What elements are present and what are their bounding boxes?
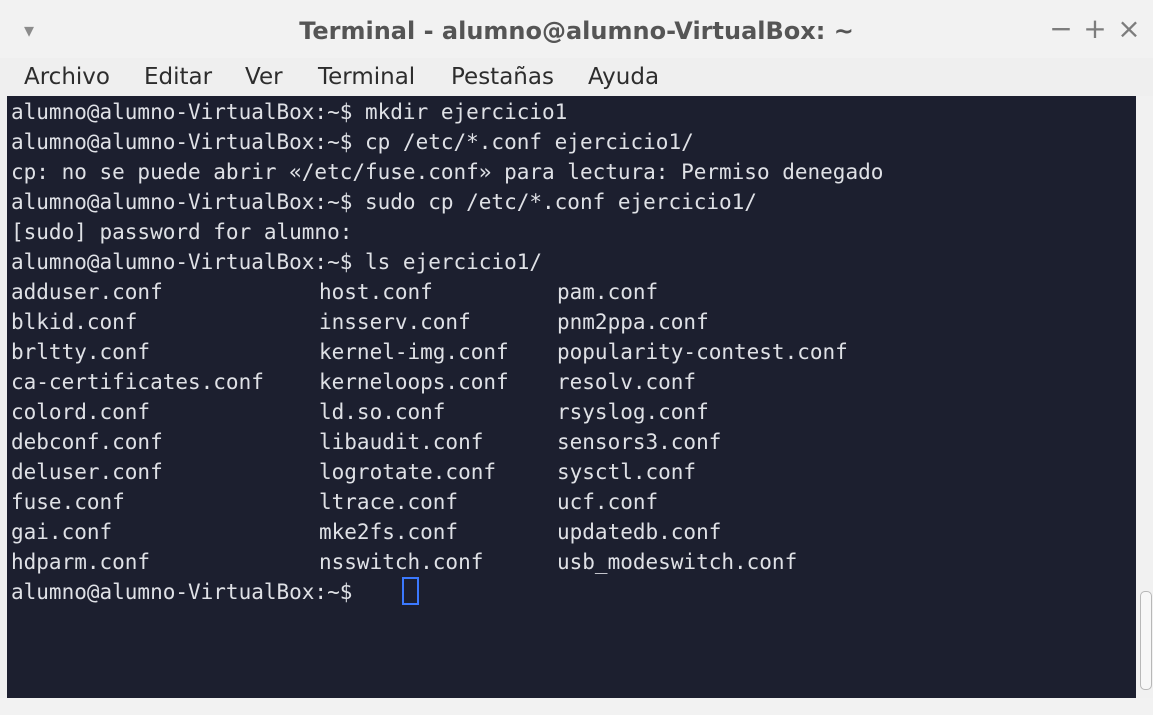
title-bar[interactable]: ▾ Terminal - alumno@alumno-VirtualBox: ~… <box>0 0 1153 58</box>
ls-entry: brltty.conf <box>11 340 151 364</box>
ls-entry: pam.conf <box>557 280 659 304</box>
ls-entry: blkid.conf <box>11 310 138 334</box>
ls-entry: sensors3.conf <box>557 430 722 454</box>
ls-entry: ca-certificates.conf <box>11 370 264 394</box>
ls-entry: ld.so.conf <box>319 400 446 424</box>
current-prompt: alumno@alumno-VirtualBox:~$ <box>11 580 366 604</box>
window-title: Terminal - alumno@alumno-VirtualBox: ~ <box>299 17 854 45</box>
close-icon[interactable]: × <box>1115 14 1143 44</box>
ls-entry: adduser.conf <box>11 280 163 304</box>
ls-entry: popularity-contest.conf <box>557 340 848 364</box>
terminal-line: cp: no se puede abrir «/etc/fuse.conf» p… <box>11 160 884 184</box>
terminal-cursor <box>402 577 419 605</box>
terminal-line: alumno@alumno-VirtualBox:~$ ls ejercicio… <box>11 250 543 274</box>
ls-entry: updatedb.conf <box>557 520 722 544</box>
menu-archivo[interactable]: Archivo <box>24 58 110 96</box>
ls-entry: colord.conf <box>11 400 151 424</box>
menu-ayuda[interactable]: Ayuda <box>588 58 659 96</box>
maximize-icon[interactable]: + <box>1081 14 1109 44</box>
ls-entry: kernel-img.conf <box>319 340 509 364</box>
scrollbar-thumb[interactable] <box>1140 591 1152 690</box>
menu-editar[interactable]: Editar <box>144 58 212 96</box>
ls-entry: logrotate.conf <box>319 460 497 484</box>
terminal-line: alumno@alumno-VirtualBox:~$ mkdir ejerci… <box>11 100 568 124</box>
ls-entry: fuse.conf <box>11 490 125 514</box>
menu-ver[interactable]: Ver <box>245 58 283 96</box>
terminal-line: alumno@alumno-VirtualBox:~$ sudo cp /etc… <box>11 190 757 214</box>
ls-entry: nsswitch.conf <box>319 550 484 574</box>
ls-entry: resolv.conf <box>557 370 697 394</box>
ls-entry: usb_modeswitch.conf <box>557 550 798 574</box>
minimize-icon[interactable]: − <box>1047 14 1075 44</box>
ls-entry: sysctl.conf <box>557 460 697 484</box>
ls-entry: deluser.conf <box>11 460 163 484</box>
ls-entry: pnm2ppa.conf <box>557 310 709 334</box>
terminal-line: [sudo] password for alumno: <box>11 220 353 244</box>
ls-entry: kerneloops.conf <box>319 370 509 394</box>
ls-entry: host.conf <box>319 280 433 304</box>
ls-entry: ucf.conf <box>557 490 659 514</box>
terminal-line: alumno@alumno-VirtualBox:~$ cp /etc/*.co… <box>11 130 694 154</box>
ls-entry: gai.conf <box>11 520 113 544</box>
ls-entry: ltrace.conf <box>319 490 459 514</box>
menu-terminal[interactable]: Terminal <box>318 58 415 96</box>
ls-entry: hdparm.conf <box>11 550 151 574</box>
ls-entry: debconf.conf <box>11 430 163 454</box>
menu-bar: Archivo Editar Ver Terminal Pestañas Ayu… <box>0 58 1153 96</box>
terminal-window: ▾ Terminal - alumno@alumno-VirtualBox: ~… <box>0 0 1153 715</box>
terminal-output[interactable]: alumno@alumno-VirtualBox:~$ mkdir ejerci… <box>7 96 1136 698</box>
ls-entry: rsyslog.conf <box>557 400 709 424</box>
ls-entry: insserv.conf <box>319 310 471 334</box>
ls-entry: mke2fs.conf <box>319 520 459 544</box>
window-bottom-edge <box>0 698 1153 715</box>
ls-entry: libaudit.conf <box>319 430 484 454</box>
menu-pestanas[interactable]: Pestañas <box>451 58 554 96</box>
